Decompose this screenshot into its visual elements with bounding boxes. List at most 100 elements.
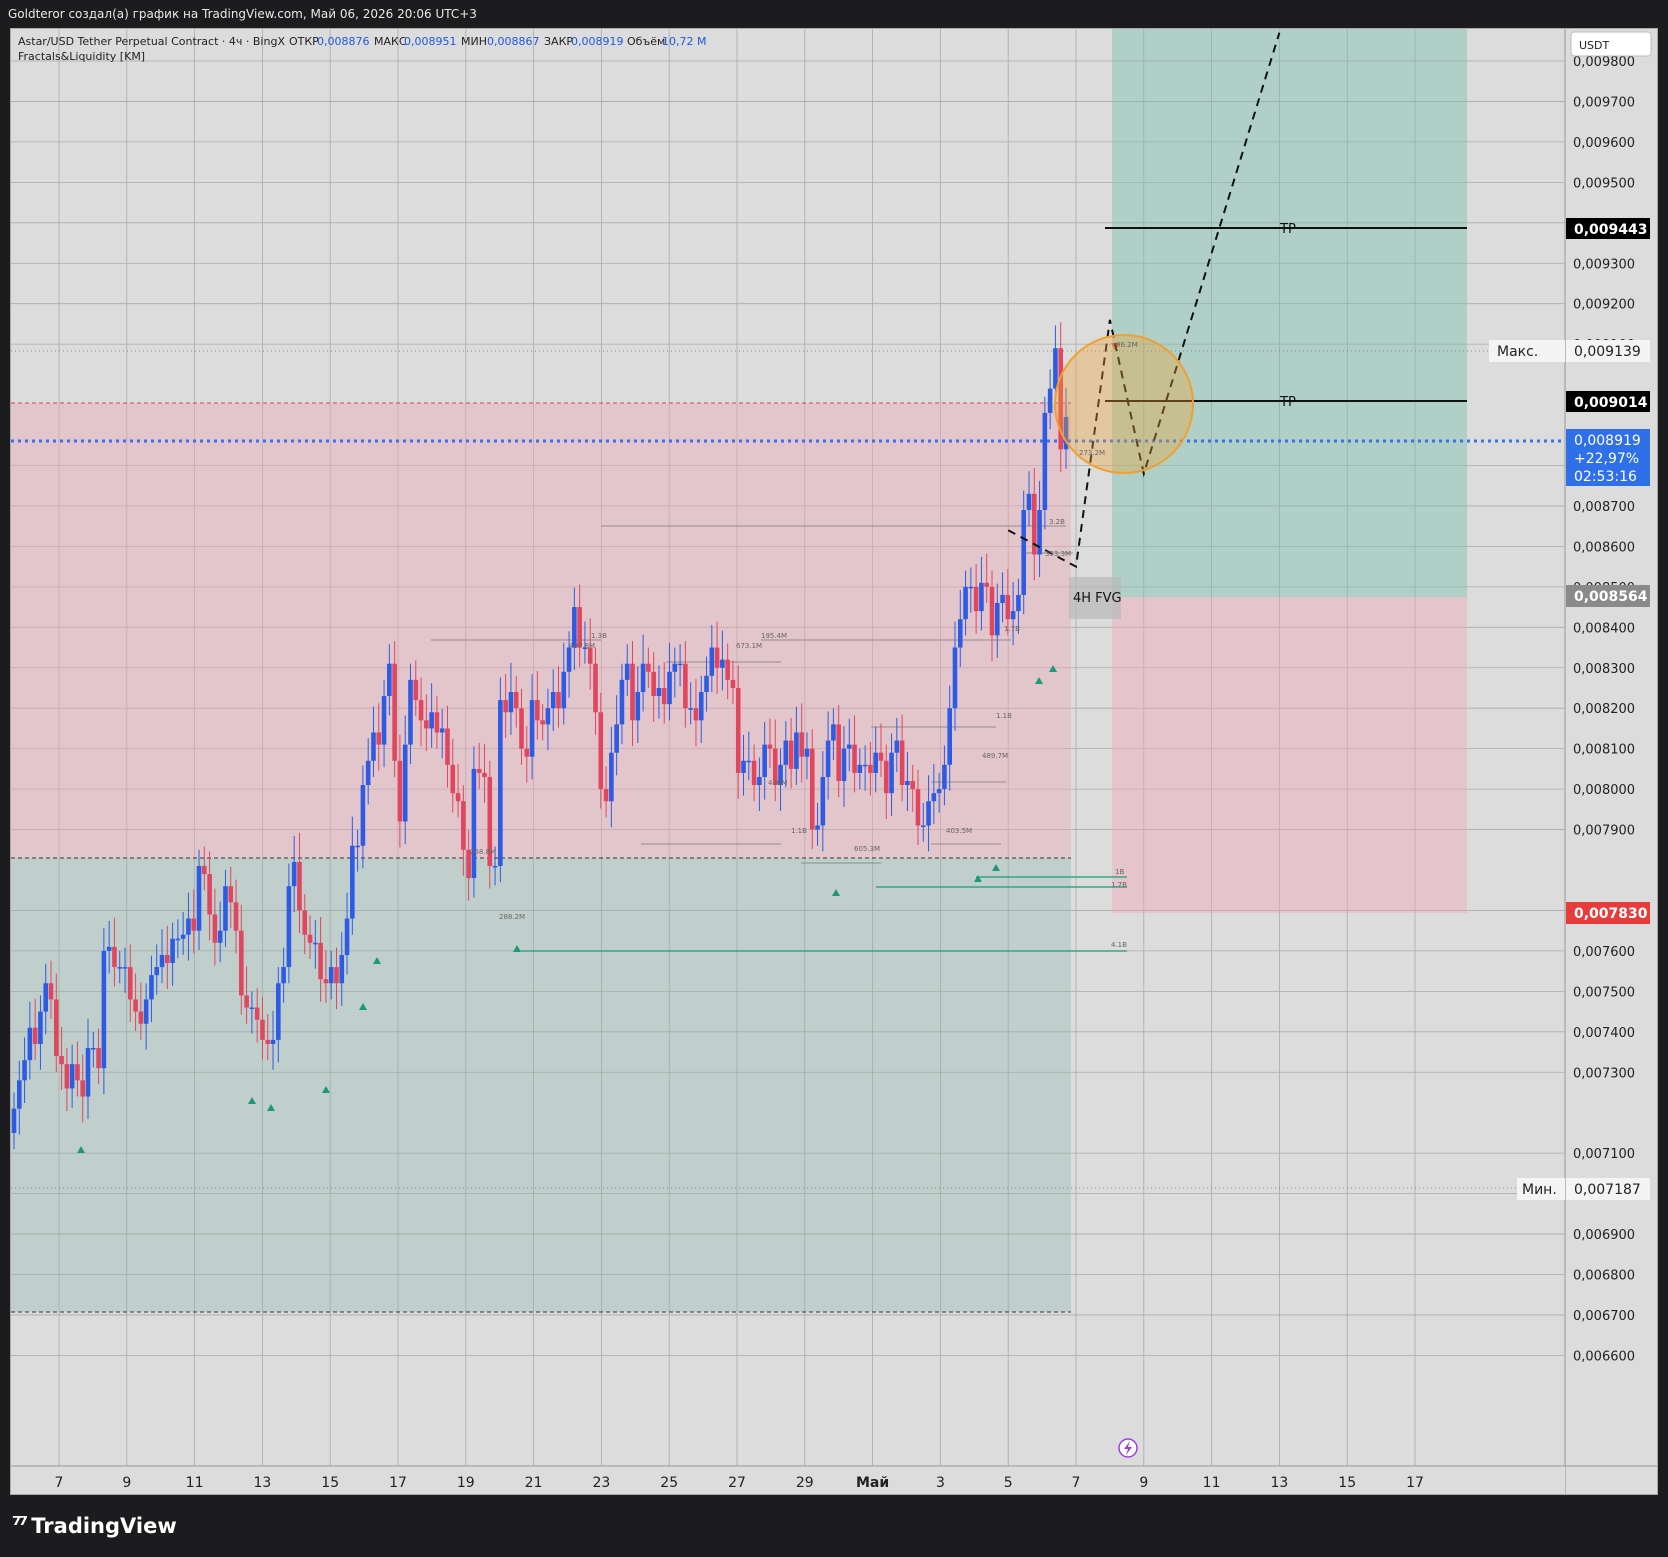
candle-body [809,748,815,830]
candle-body [630,663,635,721]
liquidity-label: 1.7B [1111,881,1127,889]
price-tick: 0,008000 [1573,783,1635,798]
candle-body [899,740,905,786]
time-axis[interactable] [11,1466,1565,1494]
fvg-label: 4H FVG [1073,591,1122,606]
position-target-zone [1112,29,1467,597]
candle-body [106,946,112,951]
time-label: 3 [936,1475,945,1491]
price-chart[interactable]: TP TP 4H FVG 1.3B 407.8M 673.1M 195.4M 3.2B 3… [11,29,1657,1494]
tp-lower-badge: 0,009014 [1566,391,1650,412]
price-tick: 0,008300 [1573,662,1635,677]
candle-body [376,732,382,745]
liquidity-label: 403.5M [946,827,972,835]
legend-high-value: 0,008951 [404,35,457,48]
liquidity-label: 258.8M [470,848,496,856]
candle-body [873,752,878,773]
candle-body [508,692,514,713]
candle-body [418,700,424,721]
candle-body [328,967,334,984]
price-tick: 0,006700 [1573,1309,1635,1324]
liquidity-label: 1.7B [1004,625,1020,633]
candle-body [16,1080,22,1109]
candle-body [952,647,958,709]
candle-body [355,845,360,848]
candle-body [910,781,915,790]
svg-text:+22,97%: +22,97% [1574,451,1639,467]
time-label: 17 [389,1475,407,1491]
candle-body [968,586,974,589]
candle-body [154,967,160,976]
candle-body [43,983,49,1012]
candle-body [381,696,387,745]
svg-text:0,007830: 0,007830 [1574,906,1648,922]
candle-body [80,1080,86,1097]
time-label: 5 [1004,1475,1013,1491]
currency-button[interactable]: USDT [1570,31,1652,57]
min-badge: Мин. 0,007187 [1517,1178,1650,1200]
candle-body [915,789,921,826]
tradingview-wordmark: TradingView [31,1513,177,1538]
candle-body [69,1064,75,1089]
candle-body [402,744,408,822]
liquidity-label: 96.2M [1116,341,1138,349]
supply-zone [11,403,1071,858]
candle-body [11,1108,17,1133]
price-tick: 0,009300 [1573,257,1635,272]
candle-body [698,692,704,721]
time-label: 29 [796,1475,814,1491]
legend-volume-label: Объём [627,35,665,48]
legend-close-value: 0,008919 [571,35,624,48]
candle-body [720,659,725,668]
candle-body [59,1056,64,1065]
candle-body [561,671,567,709]
time-label: 17 [1406,1475,1424,1491]
candle-body [387,663,392,697]
time-label: 19 [457,1475,475,1491]
candle-body [392,663,397,761]
liquidity-label: 1.1B [791,827,807,835]
candle-body [688,708,693,710]
price-tick: 0,009800 [1573,55,1635,70]
footer: ⁷⁷ TradingView [0,1497,1668,1557]
time-label: 25 [660,1475,678,1491]
svg-text:Макс.: Макс. [1497,344,1538,360]
candle-body [461,801,466,850]
candle-body [48,983,54,1000]
candle-body [598,712,604,790]
liquidity-label: 4.1B [1111,941,1127,949]
candle-body [820,776,826,826]
tp-upper-badge: 0,009443 [1566,218,1650,239]
candle-body [492,865,498,868]
candle-body [672,663,678,672]
candle-body [323,979,329,984]
candle-body [788,740,794,769]
tradingview-logo[interactable]: ⁷⁷ TradingView [12,1513,177,1538]
candle-body [471,768,477,879]
candle-body [270,1039,276,1044]
time-label: 9 [122,1475,131,1491]
candle-body [862,764,868,767]
candle-body [746,760,752,763]
candle-body [313,942,318,945]
candle-body [112,946,117,968]
candle-body [1026,493,1032,510]
stop-badge: 0,007830 [1566,902,1650,924]
candle-body [53,999,59,1057]
candle-body [640,663,646,693]
tp-upper-label: TP [1279,222,1296,237]
lightning-icon[interactable] [1118,1438,1138,1458]
candle-body [894,740,900,753]
candle-body [1042,412,1048,510]
candle-body [868,764,873,773]
candle-body [186,918,191,935]
candle-body [556,692,561,709]
price-tick: 0,008100 [1573,743,1635,758]
candle-body [540,720,545,725]
candle-body [175,938,181,941]
candle-body [677,663,683,666]
candle-body [994,603,1000,636]
candle-body [984,582,990,587]
candle-body [783,740,789,765]
candle-body [75,1064,80,1081]
